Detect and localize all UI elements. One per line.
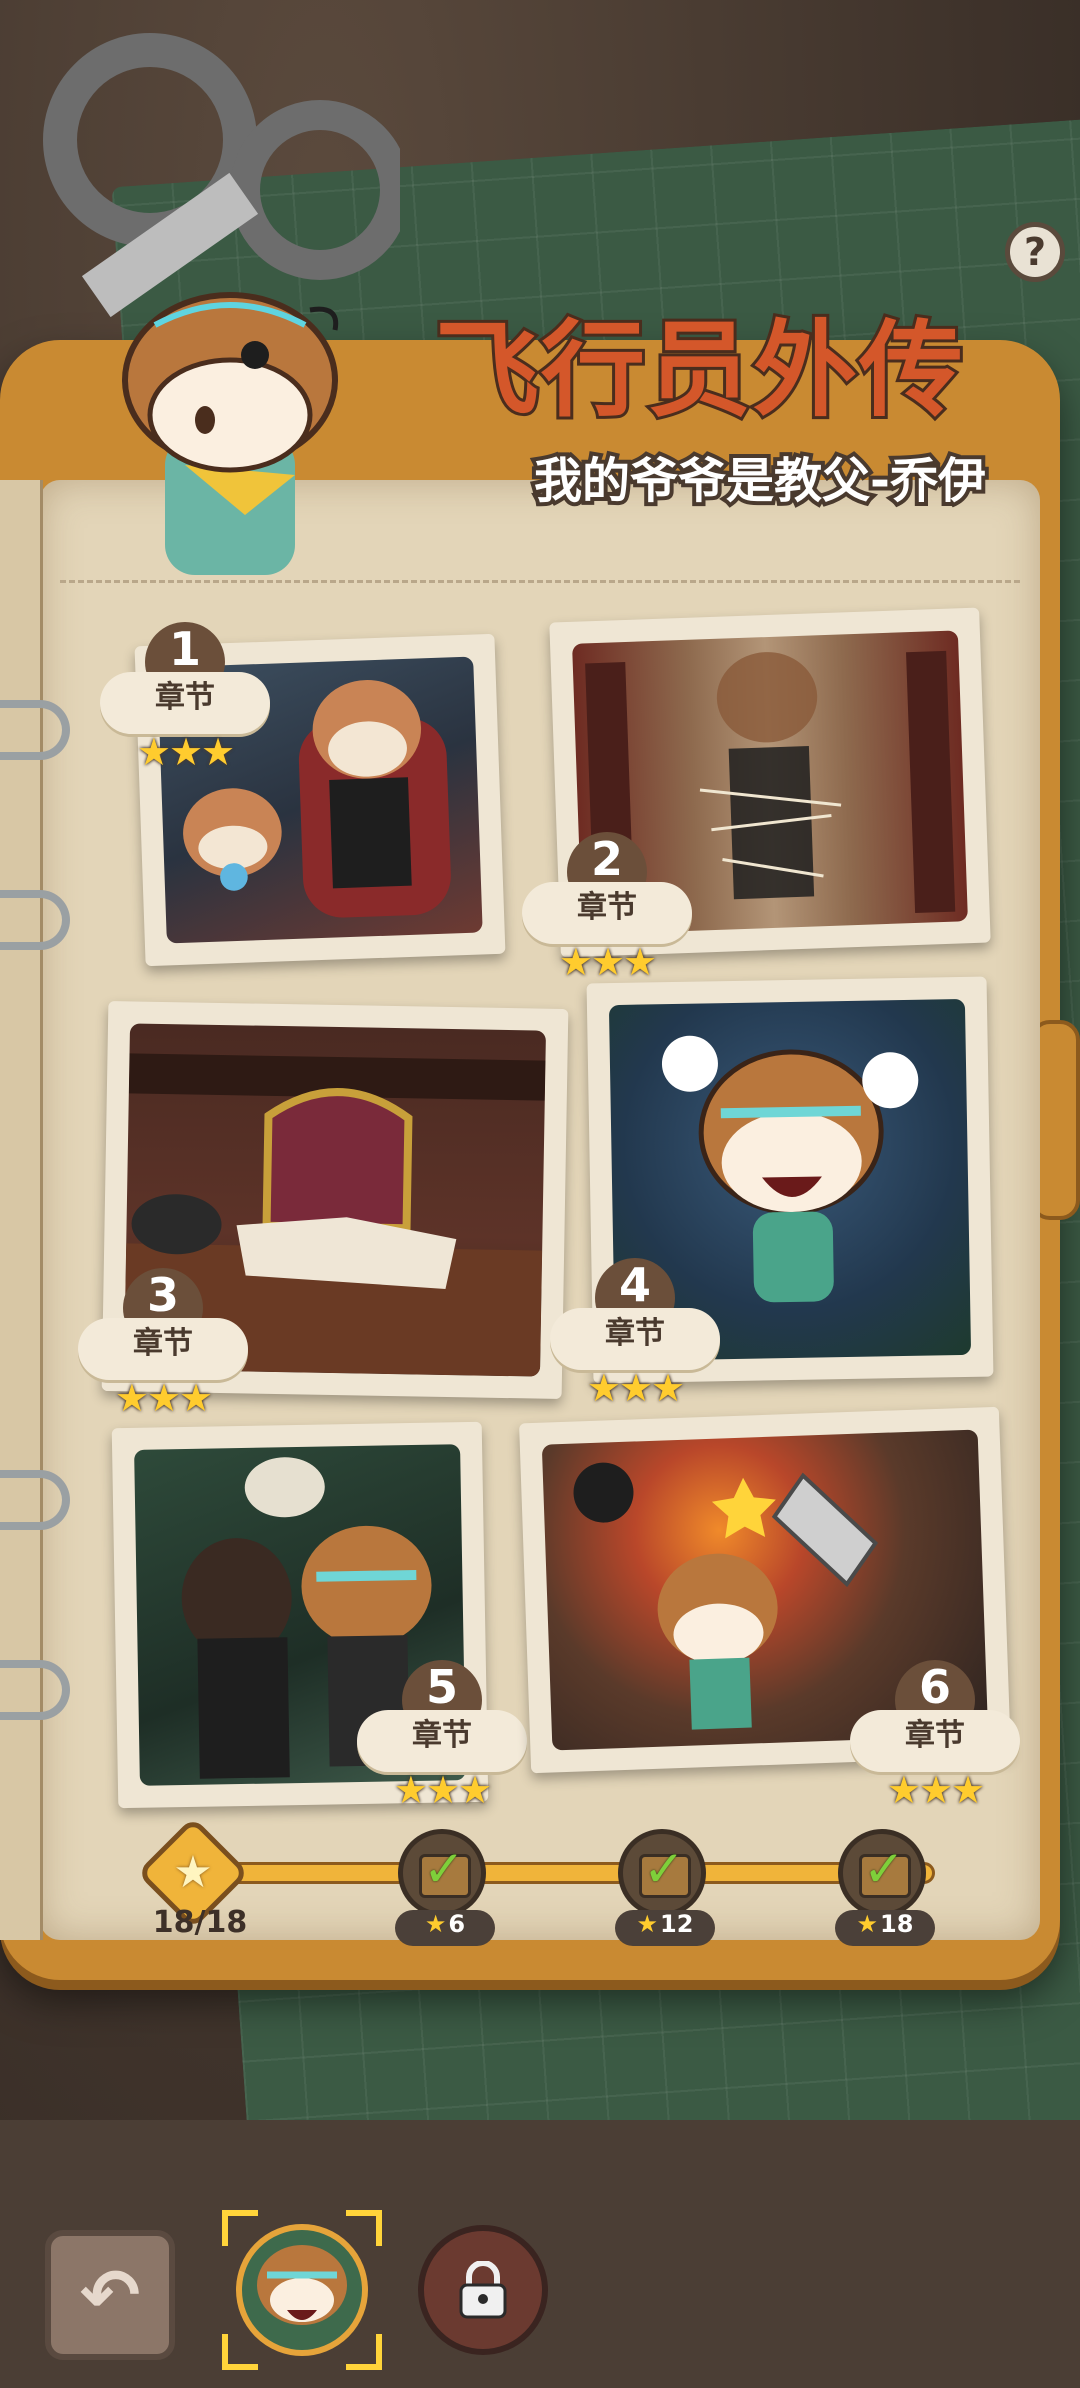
binder-ring: [0, 700, 70, 760]
chest-check-icon: ✓: [423, 1840, 465, 1898]
chapter-label: 章节: [78, 1318, 248, 1380]
star-icon: ★★★: [136, 730, 235, 774]
help-icon: ?: [1023, 230, 1047, 274]
star-icon: ★★★: [586, 1366, 685, 1410]
page-title: 飞行员外传: [432, 306, 966, 434]
back-arrow-icon: ↶: [79, 2253, 141, 2337]
reward-threshold-6: ★6: [395, 1910, 495, 1946]
star-icon: ★: [636, 1910, 659, 1938]
reward-chest-12[interactable]: ✓: [618, 1829, 706, 1917]
binder-ring: [0, 1470, 70, 1530]
reward-chest-6[interactable]: ✓: [398, 1829, 486, 1917]
help-button[interactable]: ?: [1005, 222, 1065, 282]
reward-chest-18[interactable]: ✓: [838, 1829, 926, 1917]
star-icon: ★: [856, 1910, 879, 1938]
pilot-mascot-avatar: [122, 292, 339, 575]
star-icon: ★★★: [393, 1768, 492, 1812]
star-progress-bar: [215, 1862, 935, 1884]
character-select-pilot[interactable]: [222, 2210, 382, 2370]
page-subtitle: 我的爷爷是教父-乔伊: [530, 451, 990, 511]
character-select-locked[interactable]: [418, 2225, 548, 2355]
chapter-label: 章节: [522, 882, 692, 944]
reward-threshold-18: ★18: [835, 1910, 935, 1946]
star-icon: ★: [173, 1847, 213, 1898]
binder-ring: [0, 890, 70, 950]
star-icon: ★★★: [558, 940, 657, 984]
chest-check-icon: ✓: [643, 1840, 685, 1898]
chapter-label: 章节: [100, 672, 270, 734]
reward-threshold-12: ★12: [615, 1910, 715, 1946]
star-icon: ★★★: [114, 1376, 213, 1420]
chapter-label: 章节: [550, 1308, 720, 1370]
star-icon: ★: [424, 1910, 447, 1938]
lock-icon: [459, 2261, 507, 2319]
chapter-label: 章节: [357, 1710, 527, 1772]
chapter-label: 章节: [850, 1710, 1020, 1772]
chest-check-icon: ✓: [863, 1840, 905, 1898]
avatar: [236, 2224, 368, 2356]
binder-ring: [0, 1660, 70, 1720]
star-icon: ★★★: [886, 1768, 985, 1812]
page-edge: [0, 480, 43, 1940]
back-button[interactable]: ↶: [45, 2230, 175, 2360]
star-progress-text: 18/18: [152, 1905, 248, 1940]
